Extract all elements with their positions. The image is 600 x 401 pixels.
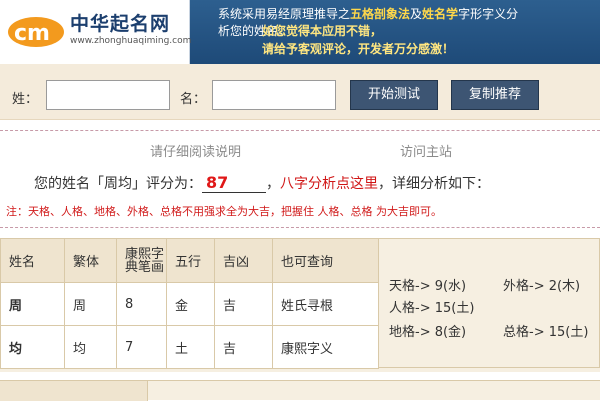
traditional-cell: 均 (64, 325, 117, 369)
main-site-link[interactable]: 访问主站 (400, 141, 452, 160)
traditional-cell: 周 (64, 282, 117, 326)
site-logo[interactable]: cm 中华起名网 www.zhonghuaqiming.com (0, 0, 192, 64)
logo-title: 中华起名网 (70, 13, 171, 35)
char-cell: 均 (0, 325, 65, 369)
element-cell: 金 (166, 282, 215, 326)
score-prefix: 您的姓名「周均」评分为： (34, 176, 202, 192)
table-row: 均 均 7 土 吉 康熙字义 (0, 325, 379, 369)
character-table: 姓名 繁体 康熙字典笔画 五行 吉凶 也可查询 周 周 8 金 吉 姓氏寻根 均… (0, 238, 379, 369)
header-query: 也可查询 (272, 238, 379, 283)
character-analysis: 姓名 繁体 康熙字典笔画 五行 吉凶 也可查询 周 周 8 金 吉 姓氏寻根 均… (0, 238, 600, 372)
copy-recommend-button[interactable]: 复制推荐 (451, 80, 539, 110)
five-grid-summary: 天格-> 9(水) 人格-> 15(土) 地格-> 8(金) 外格-> 2(木)… (378, 238, 600, 368)
surname-origin-link[interactable]: 姓氏寻根 (272, 282, 379, 326)
total-grid: 总格-> 15(土) (503, 325, 589, 340)
intro-text: 系统采用易经原理推导之五格剖象法及姓名学字形字义分 (218, 7, 519, 21)
header-element: 五行 (166, 238, 215, 283)
strokes-cell: 8 (116, 282, 167, 326)
logo-url: www.zhonghuaqiming.com (70, 36, 192, 46)
element-cell: 土 (166, 325, 215, 369)
header-traditional: 繁体 (64, 238, 117, 283)
surname-input[interactable] (46, 80, 170, 110)
given-name-input[interactable] (212, 80, 336, 110)
notice-line-2: 请给予客观评论，开发者万分感激！ (262, 42, 455, 56)
name-form: 姓： 名： 开始测试 复制推荐 (0, 64, 600, 120)
grid-note: 注：天格、人格、地格、外格、总格不用强求全为大吉，把握住 人格、总格 为大吉即可… (6, 205, 442, 218)
start-test-button[interactable]: 开始测试 (350, 80, 438, 110)
header-name: 姓名 (0, 238, 65, 283)
score-value: 87 (202, 173, 266, 193)
heaven-grid: 天格-> 9(水) (389, 279, 467, 294)
person-grid: 人格-> 15(土) (389, 301, 475, 316)
surname-label: 姓： (12, 92, 39, 107)
table-row: 周 周 8 金 吉 姓氏寻根 (0, 282, 379, 326)
score-line: 您的姓名「周均」评分为： 87 ，八字分析点这里，详细分析如下： (34, 173, 490, 193)
instructions-link[interactable]: 请仔细阅读说明 (150, 141, 241, 160)
logo-icon: cm (8, 17, 64, 47)
strokes-cell: 7 (116, 325, 167, 369)
site-header: cm 中华起名网 www.zhonghuaqiming.com 系统采用易经原理… (0, 0, 600, 64)
table-header-row: 姓名 繁体 康熙字典笔画 五行 吉凶 也可查询 (0, 238, 379, 283)
header-luck: 吉凶 (214, 238, 273, 283)
score-section: 请仔细阅读说明 访问主站 您的姓名「周均」评分为： 87 ，八字分析点这里，详细分析… (0, 130, 600, 228)
detail-section-cutoff (0, 380, 600, 401)
earth-grid: 地格-> 8(金) (389, 325, 467, 340)
notice-line-1: 如您觉得本应用不错， (262, 24, 383, 38)
luck-cell: 吉 (214, 282, 273, 326)
detail-label-cell (0, 381, 148, 401)
char-cell: 周 (0, 282, 65, 326)
kangxi-meaning-link[interactable]: 康熙字义 (272, 325, 379, 369)
svg-text:cm: cm (14, 21, 50, 46)
given-name-label: 名： (180, 92, 207, 107)
outer-grid: 外格-> 2(木) (503, 279, 581, 294)
luck-cell: 吉 (214, 325, 273, 369)
bazi-analysis-link[interactable]: 八字分析点这里 (280, 176, 378, 192)
header-strokes: 康熙字典笔画 (116, 238, 167, 283)
